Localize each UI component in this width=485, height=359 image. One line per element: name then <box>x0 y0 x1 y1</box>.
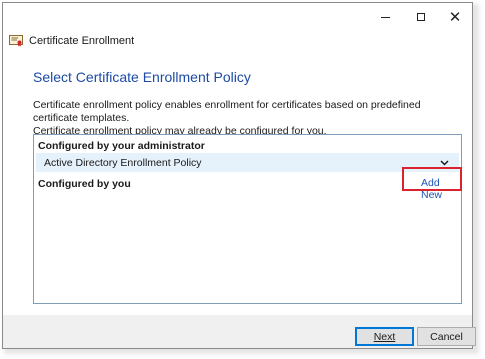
close-icon: ✕ <box>448 8 462 26</box>
minimize-icon <box>380 16 390 18</box>
cancel-button[interactable]: Cancel <box>417 327 476 346</box>
minimize-button[interactable] <box>367 3 403 31</box>
close-button[interactable]: ✕ <box>437 3 473 31</box>
maximize-button[interactable] <box>403 3 439 31</box>
chevron-down-icon[interactable] <box>437 159 451 166</box>
page-heading: Select Certificate Enrollment Policy <box>33 69 251 85</box>
policy-row-active-directory[interactable]: Active Directory Enrollment Policy <box>36 153 459 172</box>
page-description: Certificate enrollment policy enables en… <box>33 99 463 138</box>
certificate-enrollment-window: ✕ Certificate Enrollment Select Certific… <box>2 2 476 349</box>
enrollment-policy-list: Configured by your administrator Active … <box>33 134 462 304</box>
add-new-link[interactable]: Add New <box>421 177 461 201</box>
title-bar: Certificate Enrollment <box>9 33 134 49</box>
description-line-1: Certificate enrollment policy enables en… <box>33 99 421 124</box>
next-button-label: Next <box>373 330 396 343</box>
admin-section-label: Configured by your administrator <box>38 140 205 152</box>
user-section-label: Configured by you <box>38 178 131 190</box>
dialog-footer: Next Cancel <box>3 315 476 348</box>
window-title: Certificate Enrollment <box>29 35 135 47</box>
maximize-icon <box>417 13 425 21</box>
cancel-button-label: Cancel <box>430 330 463 343</box>
policy-name: Active Directory Enrollment Policy <box>44 156 202 169</box>
next-button[interactable]: Next <box>355 327 414 346</box>
certificate-icon <box>9 35 23 47</box>
